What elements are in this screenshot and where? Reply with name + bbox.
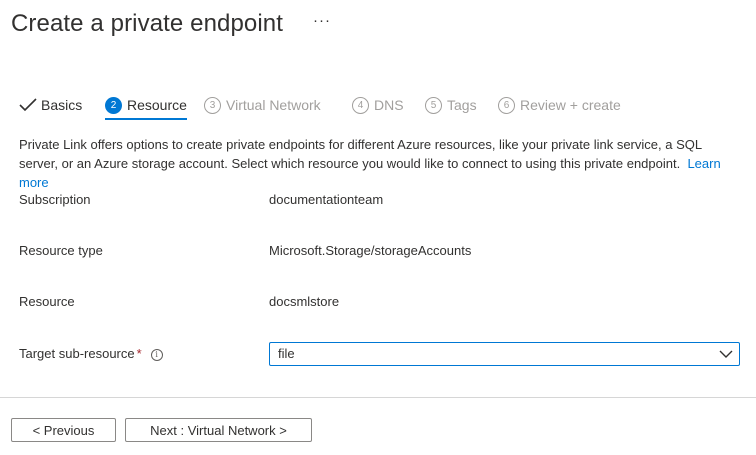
step-number-badge: 2 [105,96,122,114]
tab-resource[interactable]: 2 Resource [105,94,187,120]
page-title: Create a private endpoint [11,10,284,37]
tab-review-create-label: Review + create [520,97,621,113]
tab-tags-label: Tags [447,97,477,113]
target-sub-resource-label: Target sub-resource [19,346,135,361]
tab-basics[interactable]: Basics [19,94,82,116]
footer-divider [0,397,756,398]
previous-button[interactable]: < Previous [11,418,116,442]
tab-dns[interactable]: 4 DNS [352,94,404,116]
required-asterisk: * [136,346,142,361]
target-sub-resource-selected-value: file [278,346,295,361]
tab-virtual-network[interactable]: 3 Virtual Network [204,94,321,116]
chevron-down-icon [719,350,733,358]
step-number-badge: 4 [352,96,369,114]
resource-value: docsmlstore [269,294,340,309]
description: Private Link offers options to create pr… [19,135,739,192]
resource-type-value: Microsoft.Storage/storageAccounts [269,243,472,258]
target-sub-resource-dropdown[interactable]: file [269,342,740,366]
description-text: Private Link offers options to create pr… [19,137,702,171]
tab-review-create[interactable]: 6 Review + create [498,94,621,116]
active-tab-underline [105,118,187,120]
tab-virtual-network-label: Virtual Network [226,97,321,113]
tab-resource-label: Resource [127,97,187,113]
next-button[interactable]: Next : Virtual Network > [125,418,312,442]
create-private-endpoint-page: Create a private endpoint ··· Basics 2 R… [0,0,756,455]
subscription-value: documentationteam [269,192,384,207]
more-options-button[interactable]: ··· [313,12,331,29]
step-number-badge: 6 [498,96,515,114]
tab-dns-label: DNS [374,97,404,113]
tab-basics-label: Basics [41,97,83,113]
checkmark-icon [19,98,37,112]
info-icon[interactable]: i [150,348,163,361]
resource-label: Resource [19,294,75,309]
target-sub-resource-label-group: Target sub-resource * i [19,346,163,361]
subscription-label: Subscription [19,192,91,207]
step-number-badge: 3 [204,96,221,114]
tab-tags[interactable]: 5 Tags [425,94,477,116]
step-number-badge: 5 [425,96,442,114]
resource-type-label: Resource type [19,243,103,258]
